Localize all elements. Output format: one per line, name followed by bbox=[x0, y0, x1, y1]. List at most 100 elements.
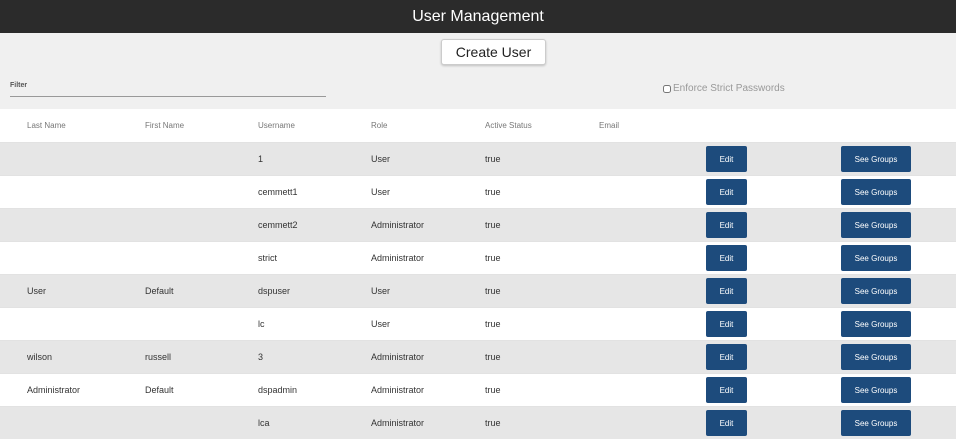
cell-groups: See Groups bbox=[841, 374, 956, 407]
cell-email bbox=[599, 275, 706, 308]
cell-last-name bbox=[0, 407, 145, 439]
cell-active-status: true bbox=[485, 341, 599, 374]
cell-active-status: true bbox=[485, 374, 599, 407]
edit-button[interactable]: Edit bbox=[706, 179, 747, 205]
cell-first-name: russell bbox=[145, 341, 258, 374]
cell-edit: Edit bbox=[706, 176, 841, 209]
cell-role: User bbox=[371, 176, 485, 209]
cell-email bbox=[599, 176, 706, 209]
cell-active-status: true bbox=[485, 209, 599, 242]
cell-email bbox=[599, 308, 706, 341]
cell-groups: See Groups bbox=[841, 242, 956, 275]
see-groups-button[interactable]: See Groups bbox=[841, 245, 911, 271]
cell-first-name bbox=[145, 209, 258, 242]
users-table: Last Name First Name Username Role Activ… bbox=[0, 109, 956, 439]
table-row: wilson russell 3 Administrator true Edit… bbox=[0, 341, 956, 374]
see-groups-button[interactable]: See Groups bbox=[841, 311, 911, 337]
cell-groups: See Groups bbox=[841, 275, 956, 308]
cell-groups: See Groups bbox=[841, 143, 956, 176]
see-groups-button[interactable]: See Groups bbox=[841, 410, 911, 436]
cell-active-status: true bbox=[485, 176, 599, 209]
cell-first-name bbox=[145, 407, 258, 439]
cell-first-name bbox=[145, 143, 258, 176]
cell-role: User bbox=[371, 143, 485, 176]
cell-first-name: Default bbox=[145, 374, 258, 407]
see-groups-button[interactable]: See Groups bbox=[841, 377, 911, 403]
cell-active-status: true bbox=[485, 308, 599, 341]
cell-first-name bbox=[145, 176, 258, 209]
see-groups-button[interactable]: See Groups bbox=[841, 278, 911, 304]
cell-role: User bbox=[371, 308, 485, 341]
cell-groups: See Groups bbox=[841, 209, 956, 242]
cell-groups: See Groups bbox=[841, 176, 956, 209]
table-row: cemmett1 User true Edit See Groups bbox=[0, 176, 956, 209]
cell-role: User bbox=[371, 275, 485, 308]
cell-username: dspuser bbox=[258, 275, 371, 308]
see-groups-button[interactable]: See Groups bbox=[841, 212, 911, 238]
edit-button[interactable]: Edit bbox=[706, 146, 747, 172]
header-email: Email bbox=[599, 109, 706, 143]
cell-username: lca bbox=[258, 407, 371, 439]
cell-first-name bbox=[145, 308, 258, 341]
see-groups-button[interactable]: See Groups bbox=[841, 146, 911, 172]
cell-username: 1 bbox=[258, 143, 371, 176]
cell-edit: Edit bbox=[706, 275, 841, 308]
edit-button[interactable]: Edit bbox=[706, 245, 747, 271]
cell-username: 3 bbox=[258, 341, 371, 374]
header-last-name: Last Name bbox=[0, 109, 145, 143]
see-groups-button[interactable]: See Groups bbox=[841, 344, 911, 370]
cell-username: strict bbox=[258, 242, 371, 275]
cell-active-status: true bbox=[485, 143, 599, 176]
table-row: Administrator Default dspadmin Administr… bbox=[0, 374, 956, 407]
toolbar: Create User bbox=[0, 33, 956, 67]
header-username: Username bbox=[258, 109, 371, 143]
table-row: User Default dspuser User true Edit See … bbox=[0, 275, 956, 308]
cell-first-name bbox=[145, 242, 258, 275]
header-edit-column bbox=[706, 109, 841, 143]
cell-groups: See Groups bbox=[841, 341, 956, 374]
table-row: lca Administrator true Edit See Groups bbox=[0, 407, 956, 439]
cell-username: lc bbox=[258, 308, 371, 341]
cell-edit: Edit bbox=[706, 209, 841, 242]
cell-last-name: Administrator bbox=[0, 374, 145, 407]
cell-email bbox=[599, 341, 706, 374]
edit-button[interactable]: Edit bbox=[706, 311, 747, 337]
cell-role: Administrator bbox=[371, 341, 485, 374]
cell-last-name bbox=[0, 308, 145, 341]
edit-button[interactable]: Edit bbox=[706, 377, 747, 403]
cell-edit: Edit bbox=[706, 242, 841, 275]
cell-email bbox=[599, 209, 706, 242]
cell-role: Administrator bbox=[371, 209, 485, 242]
cell-email bbox=[599, 143, 706, 176]
cell-username: dspadmin bbox=[258, 374, 371, 407]
cell-last-name bbox=[0, 209, 145, 242]
create-user-button[interactable]: Create User bbox=[441, 39, 546, 65]
see-groups-button[interactable]: See Groups bbox=[841, 179, 911, 205]
header-role: Role bbox=[371, 109, 485, 143]
strict-passwords-checkbox[interactable] bbox=[663, 85, 671, 93]
filter-input[interactable] bbox=[10, 88, 326, 97]
cell-last-name bbox=[0, 143, 145, 176]
strict-passwords-option[interactable]: Enforce Strict Passwords bbox=[663, 83, 785, 94]
cell-email bbox=[599, 242, 706, 275]
cell-active-status: true bbox=[485, 407, 599, 439]
cell-username: cemmett2 bbox=[258, 209, 371, 242]
table-row: lc User true Edit See Groups bbox=[0, 308, 956, 341]
cell-username: cemmett1 bbox=[258, 176, 371, 209]
cell-edit: Edit bbox=[706, 407, 841, 439]
cell-email bbox=[599, 407, 706, 439]
edit-button[interactable]: Edit bbox=[706, 410, 747, 436]
cell-groups: See Groups bbox=[841, 308, 956, 341]
cell-last-name: wilson bbox=[0, 341, 145, 374]
edit-button[interactable]: Edit bbox=[706, 344, 747, 370]
strict-passwords-label: Enforce Strict Passwords bbox=[673, 83, 785, 94]
cell-edit: Edit bbox=[706, 374, 841, 407]
edit-button[interactable]: Edit bbox=[706, 278, 747, 304]
page-title: User Management bbox=[0, 0, 956, 33]
edit-button[interactable]: Edit bbox=[706, 212, 747, 238]
header-first-name: First Name bbox=[145, 109, 258, 143]
table-row: 1 User true Edit See Groups bbox=[0, 143, 956, 176]
cell-role: Administrator bbox=[371, 407, 485, 439]
table-header-row: Last Name First Name Username Role Activ… bbox=[0, 109, 956, 143]
cell-active-status: true bbox=[485, 275, 599, 308]
